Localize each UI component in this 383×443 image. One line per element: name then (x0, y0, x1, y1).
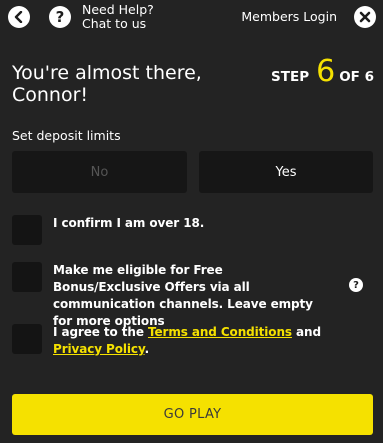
terms-text-mid: and (291, 325, 321, 339)
step-suffix: OF 6 (339, 69, 374, 85)
step-indicator: STEP 6 OF 6 (271, 54, 374, 89)
help-icon[interactable]: ? (49, 6, 71, 28)
terms-row: I agree to the Terms and Conditions and … (12, 324, 343, 358)
deposit-yes-button[interactable]: Yes (199, 151, 373, 193)
bonus-optin-checkbox[interactable] (12, 262, 42, 292)
bonus-optin-label: Make me eligible for Free Bonus/Exclusiv… (53, 263, 313, 328)
help-line-2: Chat to us (82, 16, 147, 31)
title-line-1: You're almost there, (12, 62, 202, 84)
page-title: You're almost there, Connor! (12, 62, 232, 106)
deposit-limits-label: Set deposit limits (12, 128, 121, 143)
bonus-optin-row: Make me eligible for Free Bonus/Exclusiv… (12, 262, 323, 330)
terms-checkbox[interactable] (12, 324, 42, 354)
terms-text-post: . (144, 342, 150, 356)
privacy-link[interactable]: Privacy Policy (53, 342, 145, 356)
step-prefix: STEP (271, 69, 310, 85)
back-arrow-icon[interactable] (8, 6, 30, 28)
close-icon[interactable] (354, 6, 376, 28)
age-confirm-checkbox[interactable] (12, 215, 42, 245)
title-line-2: Connor! (12, 84, 89, 106)
members-login-link[interactable]: Members Login (241, 9, 337, 24)
terms-label: I agree to the Terms and Conditions and … (53, 324, 343, 358)
help-line-1: Need Help? (82, 2, 154, 17)
info-icon[interactable]: ? (349, 278, 363, 292)
age-confirm-label: I confirm I am over 18. (53, 216, 205, 230)
deposit-no-button[interactable]: No (12, 151, 187, 193)
step-current: 6 (316, 54, 336, 89)
terms-text-pre: I agree to the (53, 325, 148, 339)
chat-help-link[interactable]: Need Help? Chat to us (82, 3, 154, 31)
age-confirm-row: I confirm I am over 18. (12, 215, 204, 245)
terms-link[interactable]: Terms and Conditions (148, 325, 292, 339)
top-bar: ? Need Help? Chat to us Members Login (0, 0, 383, 36)
go-play-button[interactable]: GO PLAY (12, 394, 373, 435)
